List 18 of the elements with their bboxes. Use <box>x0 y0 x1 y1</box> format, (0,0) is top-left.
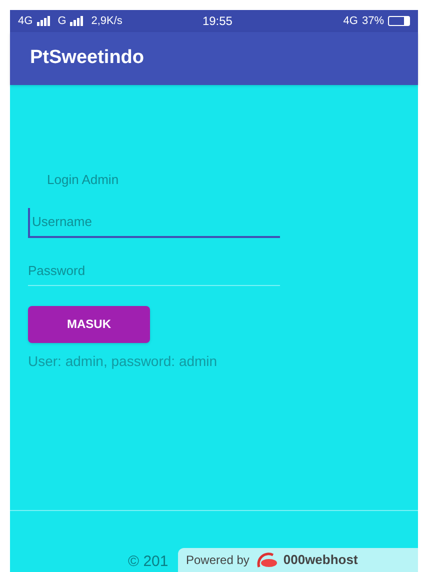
network-label: 4G <box>343 14 358 29</box>
battery-icon <box>388 16 410 26</box>
speed-label: 2,9K/s <box>91 14 122 29</box>
form-heading: Login Admin <box>47 171 120 189</box>
brand-label: 000webhost <box>283 551 358 570</box>
copyright-text: © 201 <box>128 552 168 572</box>
login-button[interactable]: MASUK <box>28 306 150 342</box>
text-field[interactable]: Username <box>28 208 280 238</box>
time-label: 19:55 <box>202 13 232 30</box>
app-title: PtSweetindo <box>30 46 144 70</box>
network-label: G <box>58 14 66 29</box>
signal-icon <box>36 16 50 26</box>
hint-text: User: admin, password: admin <box>28 352 218 371</box>
powered-by-label: Powered by <box>186 552 250 569</box>
signal-icon <box>70 16 84 26</box>
network-label: 4G <box>18 14 33 29</box>
powered-by-badge[interactable]: Powered by 000webhost <box>178 548 418 572</box>
battery-label: 37% <box>362 14 384 29</box>
